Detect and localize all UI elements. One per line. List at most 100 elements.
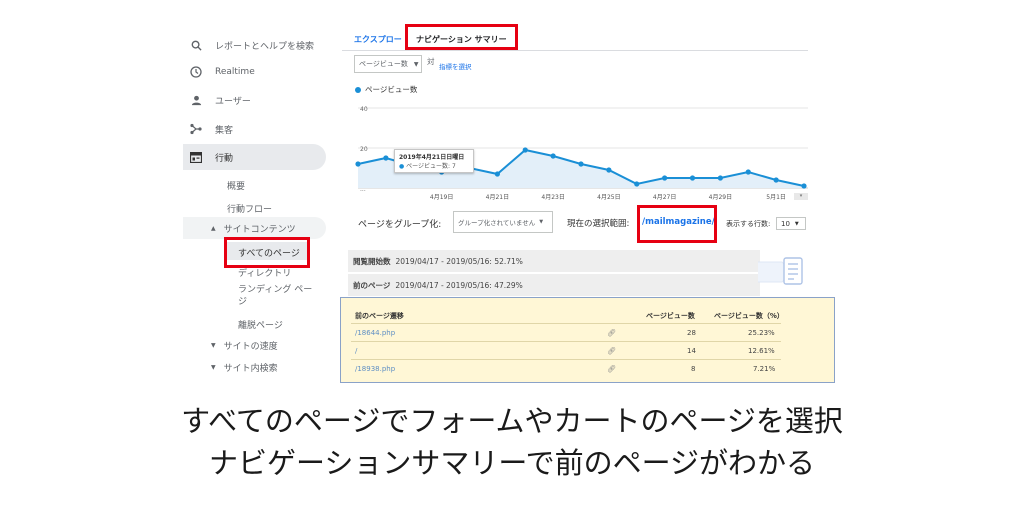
entrances-bar: 閲覧開始数 2019/04/17 - 2019/05/16: 52.71%	[348, 250, 760, 272]
group-dropdown[interactable]: グループ化されていません ▼	[453, 211, 553, 233]
link-icon[interactable]: 🔗︎	[607, 365, 616, 373]
y-tick-label: 20	[360, 146, 368, 153]
chart-tooltip: 2019年4月21日日曜日 ● ページビュー数: 7	[394, 149, 474, 173]
highlight-all-pages	[224, 237, 310, 268]
row-pageviews-pct: 25.23%	[748, 329, 775, 337]
caret-down-icon: ▼	[211, 363, 216, 371]
search-icon	[189, 38, 203, 52]
row-pageviews-pct: 12.61%	[748, 347, 775, 355]
group-label: ページをグループ化:	[358, 220, 442, 230]
sidebar-item-overview[interactable]: 概要	[227, 179, 245, 192]
previous-page-label: 前のページ	[353, 280, 391, 290]
x-tick-label: 4月21日	[486, 194, 509, 201]
link-icon[interactable]: 🔗︎	[607, 329, 616, 337]
sidebar-item-label: 集客	[215, 125, 234, 136]
row-path-link[interactable]: /	[355, 347, 357, 355]
data-point	[634, 181, 640, 187]
entrances-label: 閲覧開始数	[353, 256, 391, 266]
col-header-pageviews-pct[interactable]: ページビュー数（%）	[714, 311, 784, 321]
sidebar-item-site-speed[interactable]: ▼ サイトの速度	[183, 334, 326, 356]
sidebar-item-site-content[interactable]: ▲ サイトコンテンツ	[183, 217, 326, 239]
caret-down-icon: ▼	[211, 341, 216, 349]
metric-dropdown-value: ページビュー数	[359, 60, 408, 68]
chevron-down-icon: ▼	[413, 60, 419, 68]
rows-select[interactable]: 10 ▼	[776, 217, 806, 230]
previous-page-table: 前のページ遷移 ページビュー数 ページビュー数（%） /18644.php 🔗︎…	[340, 297, 835, 383]
page-flow-icon	[758, 257, 803, 285]
current-selection-label: 現在の選択範囲:	[567, 219, 630, 229]
sidebar-item-user[interactable]: ユーザー	[183, 87, 326, 113]
sidebar-search-label: レポートとヘルプを検索	[215, 41, 315, 52]
data-point	[578, 161, 584, 167]
y-tick-label: 40	[360, 106, 368, 113]
sidebar-item-label: サイト内検索	[223, 363, 278, 374]
data-point	[606, 167, 612, 173]
row-pageviews: 28	[687, 329, 696, 337]
sidebar-item-exit[interactable]: 離脱ページ	[238, 318, 283, 331]
link-icon[interactable]: 🔗︎	[607, 347, 616, 355]
x-tick-label: 4月25日	[597, 194, 620, 201]
sidebar-item-realtime[interactable]: Realtime	[183, 59, 326, 85]
sidebar-search[interactable]: レポートとヘルプを検索	[183, 32, 326, 58]
tab-divider	[342, 50, 808, 51]
sidebar-item-label: サイトの速度	[223, 341, 278, 352]
clock-icon	[189, 65, 203, 79]
sidebar-item-label: Realtime	[215, 67, 255, 77]
row-pageviews-pct: 7.21%	[753, 365, 776, 373]
legend-dot	[355, 87, 361, 93]
tab-explorer[interactable]: エクスプロー	[354, 34, 402, 45]
sidebar-item-label: ユーザー	[215, 96, 251, 107]
x-tick-label: 4月19日	[430, 194, 453, 201]
data-point	[550, 153, 556, 159]
data-point	[355, 161, 361, 167]
chevron-down-icon: ▼	[539, 219, 544, 225]
chart-scroll-handle[interactable]: ▾	[794, 193, 808, 200]
metric-dropdown[interactable]: ページビュー数 ▼	[354, 55, 422, 73]
data-point	[717, 175, 723, 181]
group-dropdown-value: グループ化されていません	[458, 219, 536, 227]
row-pageviews: 14	[687, 347, 696, 355]
col-header-pageviews[interactable]: ページビュー数	[646, 311, 695, 321]
x-tick-label: 4月23日	[541, 194, 564, 201]
vs-label: 対	[427, 57, 435, 66]
rows-label: 表示する行数:	[726, 220, 771, 228]
behavior-icon	[189, 150, 203, 164]
data-point	[383, 155, 389, 161]
table-row: / 🔗︎ 14 12.61%	[351, 342, 781, 360]
highlight-current-selection	[637, 205, 717, 243]
data-point	[522, 147, 528, 153]
sidebar-item-label: 行動	[215, 153, 234, 164]
acquisition-icon	[189, 122, 203, 136]
x-tick-label: 4月29日	[709, 194, 732, 201]
sidebar-item-acquisition[interactable]: 集客	[183, 116, 326, 142]
person-icon	[189, 93, 203, 107]
sidebar-item-label: サイトコンテンツ	[223, 224, 296, 235]
rows-select-value: 10	[781, 219, 790, 228]
row-path-link[interactable]: /18644.php	[355, 329, 395, 337]
sidebar-item-behavior[interactable]: 行動	[183, 144, 326, 170]
row-path-link[interactable]: /18938.php	[355, 365, 395, 373]
tooltip-date: 2019年4月21日日曜日	[399, 154, 465, 161]
chevron-down-icon: ▼	[794, 220, 799, 227]
table-row: /18938.php 🔗︎ 8 7.21%	[351, 360, 781, 378]
previous-page-value: 2019/04/17 - 2019/05/16: 47.29%	[395, 280, 523, 290]
sidebar-item-landing[interactable]: ランディング ペー ジ	[238, 284, 318, 308]
caption-line-2: ナビゲーションサマリーで前のページがわかる	[208, 446, 816, 480]
data-point	[801, 183, 807, 189]
data-point	[689, 175, 696, 181]
sidebar-item-site-search[interactable]: ▼ サイト内検索	[183, 356, 326, 378]
data-point	[494, 171, 500, 177]
caret-up-icon: ▲	[211, 224, 216, 232]
select-metric-link[interactable]: 指標を選択	[439, 61, 472, 71]
x-tick-label: 5月1日	[766, 194, 786, 201]
row-pageviews: 8	[691, 365, 696, 373]
highlight-nav-summary-tab	[405, 24, 518, 50]
chart-legend-label: ページビュー数	[365, 85, 418, 94]
previous-page-bar: 前のページ 2019/04/17 - 2019/05/16: 47.29%	[348, 274, 760, 296]
entrances-value: 2019/04/17 - 2019/05/16: 52.71%	[395, 256, 523, 266]
data-point	[773, 177, 779, 183]
col-header-path[interactable]: 前のページ遷移	[355, 311, 404, 321]
table-header-row: 前のページ遷移 ページビュー数 ページビュー数（%）	[351, 306, 784, 324]
sidebar-item-flow[interactable]: 行動フロー	[227, 202, 272, 215]
table-row: /18644.php 🔗︎ 28 25.23%	[351, 324, 781, 342]
